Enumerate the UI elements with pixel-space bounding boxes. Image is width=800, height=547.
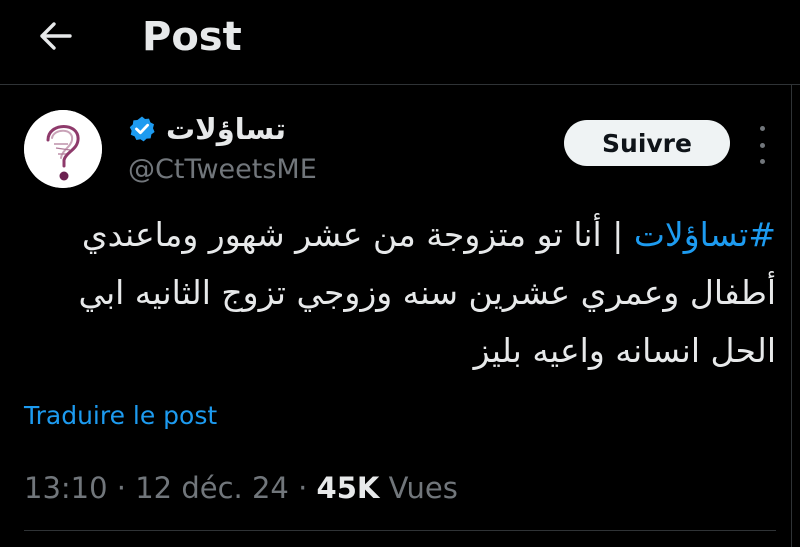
more-dot [759, 126, 765, 131]
page-title: Post [142, 14, 242, 60]
avatar-logo-icon [24, 110, 102, 188]
post-page: Post تساؤلات @CtTweetsME Suivre #تساؤلات… [0, 0, 800, 547]
author-handle[interactable]: @CtTweetsME [128, 152, 317, 188]
right-edge-divider [791, 84, 800, 547]
post-meta: 13:10 · 12 déc. 24 · 45K Vues [24, 468, 458, 508]
back-button[interactable] [30, 14, 80, 58]
meta-separator: · [288, 471, 317, 505]
more-dot [759, 142, 765, 148]
translate-post-link[interactable]: Traduire le post [24, 398, 217, 434]
top-bar: Post [0, 0, 800, 85]
follow-button[interactable]: Suivre [564, 120, 730, 166]
meta-divider [24, 530, 776, 531]
hashtag-link[interactable]: #تساؤلات [634, 215, 776, 254]
views-label: Vues [379, 471, 458, 505]
post-time[interactable]: 13:10 [24, 471, 108, 505]
author-name-row: تساؤلات [128, 110, 286, 148]
post-date[interactable]: 12 déc. 24 [135, 471, 289, 505]
author-display-name[interactable]: تساؤلات [166, 111, 286, 147]
post-separator: | [601, 215, 634, 254]
avatar[interactable] [24, 110, 102, 188]
arrow-left-icon [40, 22, 72, 50]
meta-separator: · [107, 471, 136, 505]
views-count[interactable]: 45K [317, 471, 380, 505]
more-dot [759, 159, 765, 164]
more-vertical-icon[interactable] [752, 126, 772, 164]
verified-badge-icon [128, 115, 156, 143]
post-body: #تساؤلات | أنا تو متزوجة من عشر شهور وما… [24, 206, 776, 380]
